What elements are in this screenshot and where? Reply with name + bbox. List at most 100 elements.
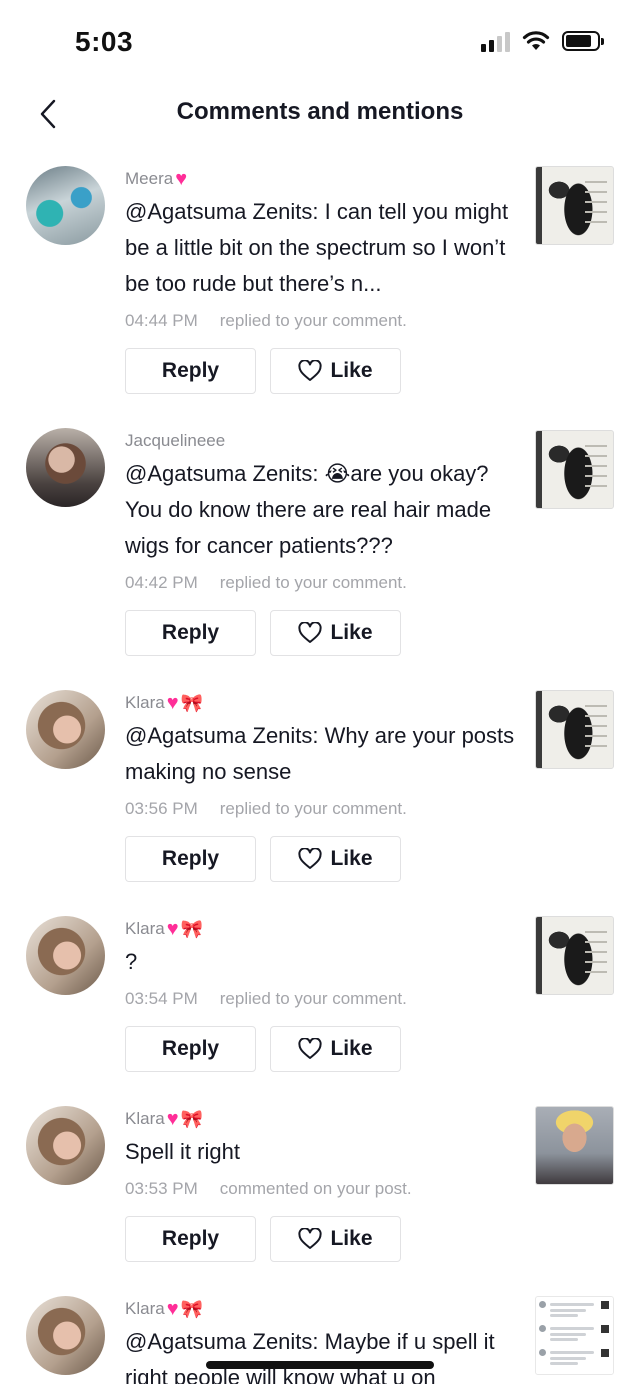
like-button[interactable]: Like: [270, 348, 401, 394]
like-label: Like: [330, 847, 373, 870]
avatar[interactable]: [26, 428, 105, 507]
thumbnail-detail: [550, 1303, 594, 1306]
notification-body: Klara ♥ 🎀? 03:54 PM replied to your comment.…: [125, 914, 520, 1072]
status-time: 5:03: [75, 26, 134, 57]
nav-header: Comments and mentions: [0, 84, 640, 144]
reply-button[interactable]: Reply: [125, 1026, 256, 1072]
thumbnail-detail: [550, 1333, 586, 1336]
ribbon-bow-emoji-icon: 🎀: [180, 693, 203, 713]
avatar[interactable]: [26, 690, 105, 769]
action-text: commented on your post.: [219, 1179, 412, 1198]
reply-label: Reply: [161, 359, 220, 382]
username[interactable]: Klara ♥ 🎀: [125, 688, 520, 718]
thumbnail-detail: [601, 1349, 609, 1357]
post-thumbnail[interactable]: [535, 1296, 614, 1375]
thumbnail-detail: [601, 1301, 609, 1309]
post-thumbnail[interactable]: [535, 916, 614, 995]
pink-heart-emoji-icon: ♥: [166, 1108, 179, 1130]
reply-label: Reply: [161, 1037, 220, 1060]
notification-body: Jacquelineee @Agatsuma Zenits: 😭are you o…: [125, 426, 520, 656]
comment-text[interactable]: @Agatsuma Zenits: Why are your posts mak…: [125, 718, 520, 790]
username-label: Jacquelineee: [125, 431, 226, 450]
heart-outline-icon: [298, 622, 323, 643]
notification-meta: 03:53 PM commented on your post.: [125, 1176, 520, 1202]
action-text: replied to your comment.: [219, 799, 407, 818]
post-thumbnail[interactable]: [535, 430, 614, 509]
notification-item[interactable]: Meera ♥ @Agatsuma Zenits: I can tell you m…: [0, 160, 640, 422]
username-label: Klara: [125, 919, 165, 938]
comment-text[interactable]: @Agatsuma Zenits: 😭are you okay? You do …: [125, 456, 520, 564]
avatar[interactable]: [26, 1106, 105, 1185]
action-text: replied to your comment.: [219, 311, 407, 330]
username-label: Klara: [125, 693, 165, 712]
status-icons: [481, 30, 604, 52]
reply-label: Reply: [161, 1227, 220, 1250]
notification-item[interactable]: Klara ♥ 🎀? 03:54 PM replied to your comment.…: [0, 910, 640, 1100]
notification-meta: 04:42 PM replied to your comment.: [125, 570, 520, 596]
action-text: replied to your comment.: [219, 989, 407, 1008]
notification-item[interactable]: Jacquelineee @Agatsuma Zenits: 😭are you o…: [0, 422, 640, 684]
heart-outline-icon: [298, 1228, 323, 1249]
notification-body: Meera ♥ @Agatsuma Zenits: I can tell you m…: [125, 164, 520, 394]
post-thumbnail[interactable]: [535, 166, 614, 245]
action-buttons: Reply Like: [125, 1026, 520, 1072]
like-button[interactable]: Like: [270, 836, 401, 882]
thumbnail-detail: [539, 1301, 546, 1308]
reply-button[interactable]: Reply: [125, 1216, 256, 1262]
reply-label: Reply: [161, 847, 220, 870]
notification-body: Klara ♥ 🎀 @Agatsuma Zenits: Why are your po…: [125, 688, 520, 882]
thumbnail-detail: [550, 1351, 594, 1354]
cellular-signal-icon: [481, 30, 510, 52]
thumbnail-detail: [550, 1309, 586, 1312]
thumbnail-detail: [550, 1314, 578, 1317]
post-thumbnail[interactable]: [535, 690, 614, 769]
like-button[interactable]: Like: [270, 610, 401, 656]
heart-outline-icon: [298, 1038, 323, 1059]
notification-item[interactable]: Klara ♥ 🎀 @Agatsuma Zenits: Maybe if u spel…: [0, 1290, 640, 1384]
thumbnail-detail: [550, 1357, 586, 1360]
notification-item[interactable]: Klara ♥ 🎀 Spell it right 03:53 PM commented o…: [0, 1100, 640, 1290]
username-label: Klara: [125, 1109, 165, 1128]
post-thumbnail[interactable]: [535, 1106, 614, 1185]
ribbon-bow-emoji-icon: 🎀: [180, 1299, 203, 1319]
like-button[interactable]: Like: [270, 1216, 401, 1262]
username[interactable]: Meera ♥: [125, 164, 520, 194]
thumbnail-detail: [601, 1325, 609, 1333]
notification-body: Klara ♥ 🎀 @Agatsuma Zenits: Maybe if u spel…: [125, 1294, 520, 1384]
thumbnail-detail: [550, 1338, 578, 1341]
username[interactable]: Klara ♥ 🎀: [125, 1294, 520, 1324]
home-indicator: [206, 1361, 434, 1369]
reply-button[interactable]: Reply: [125, 836, 256, 882]
action-buttons: Reply Like: [125, 610, 520, 656]
ribbon-bow-emoji-icon: 🎀: [180, 919, 203, 939]
thumbnail-detail: [539, 1349, 546, 1356]
username[interactable]: Klara ♥ 🎀: [125, 1104, 520, 1134]
comment-text[interactable]: @Agatsuma Zenits: I can tell you might b…: [125, 194, 520, 302]
wifi-icon: [522, 31, 550, 50]
username[interactable]: Klara ♥ 🎀: [125, 914, 520, 944]
battery-icon: [562, 31, 604, 51]
reply-button[interactable]: Reply: [125, 610, 256, 656]
heart-outline-icon: [298, 360, 323, 381]
action-text: replied to your comment.: [219, 573, 407, 592]
pink-heart-emoji-icon: ♥: [166, 1298, 179, 1320]
comment-text[interactable]: @Agatsuma Zenits: Maybe if u spell it ri…: [125, 1324, 520, 1384]
like-label: Like: [330, 1037, 373, 1060]
avatar[interactable]: [26, 1296, 105, 1375]
reply-button[interactable]: Reply: [125, 348, 256, 394]
comment-text[interactable]: ?: [125, 944, 520, 980]
like-label: Like: [330, 1227, 373, 1250]
action-buttons: Reply Like: [125, 1216, 520, 1262]
notification-meta: 03:56 PM replied to your comment.: [125, 796, 520, 822]
pink-heart-emoji-icon: ♥: [175, 168, 188, 190]
avatar[interactable]: [26, 166, 105, 245]
comment-text[interactable]: Spell it right: [125, 1134, 520, 1170]
pink-heart-emoji-icon: ♥: [166, 692, 179, 714]
like-button[interactable]: Like: [270, 1026, 401, 1072]
username[interactable]: Jacquelineee: [125, 426, 520, 456]
pink-heart-emoji-icon: ♥: [166, 918, 179, 940]
username-label: Klara: [125, 1299, 165, 1318]
avatar[interactable]: [26, 916, 105, 995]
reply-label: Reply: [161, 621, 220, 644]
notification-item[interactable]: Klara ♥ 🎀 @Agatsuma Zenits: Why are your po…: [0, 684, 640, 910]
